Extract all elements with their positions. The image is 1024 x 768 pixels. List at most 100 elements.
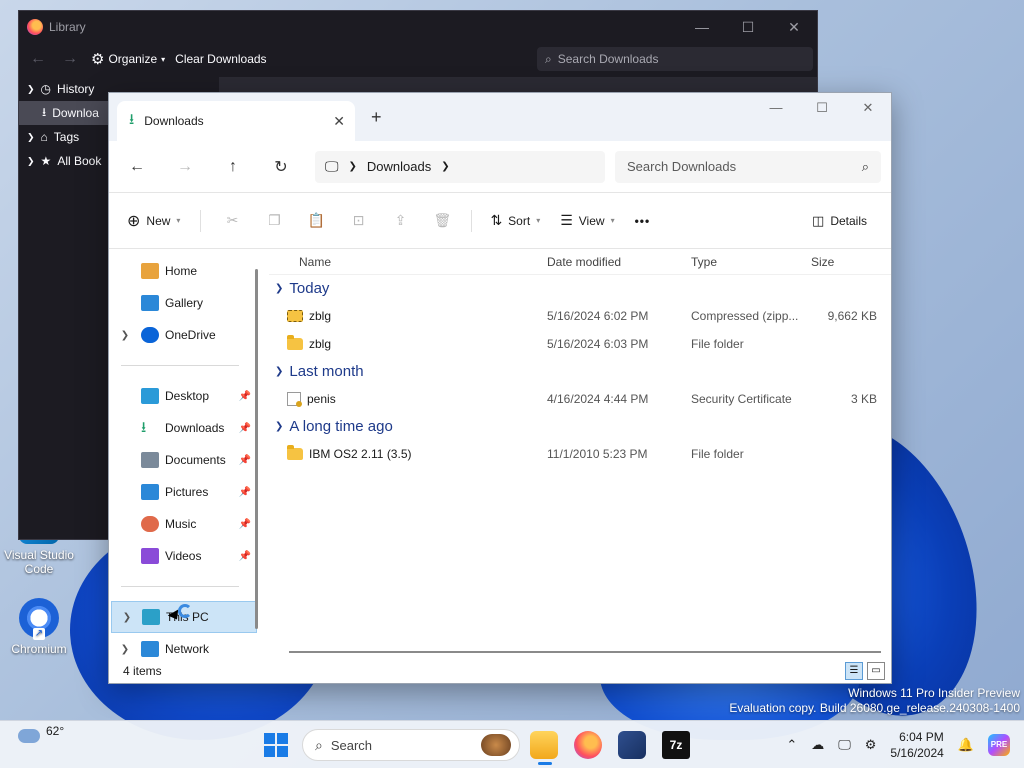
- folder-icon: [287, 445, 303, 460]
- clock-time: 6:04 PM: [899, 730, 944, 744]
- column-name[interactable]: Name: [299, 255, 331, 269]
- evaluation-watermark: Windows 11 Pro Insider Preview Evaluatio…: [729, 686, 1020, 716]
- address-bar[interactable]: 🖵 ❯ Downloads ❯: [315, 150, 605, 183]
- refresh-button[interactable]: ↻: [257, 157, 305, 177]
- chevron-right-icon[interactable]: ❯: [109, 330, 141, 341]
- paste-icon[interactable]: 📋: [303, 212, 329, 229]
- table-row[interactable]: penis 4/16/2024 4:44 PM Security Certifi…: [269, 385, 891, 413]
- tab-downloads[interactable]: ⭳ Downloads ✕: [117, 101, 355, 141]
- delete-icon[interactable]: 🗑: [429, 212, 455, 229]
- file-type: Security Certificate: [691, 392, 792, 406]
- forward-button[interactable]: →: [59, 50, 81, 68]
- column-type[interactable]: Type: [691, 255, 717, 269]
- explorer-titlebar[interactable]: ⭳ Downloads ✕ + — ☐ ✕: [109, 93, 891, 141]
- horizontal-scrollbar[interactable]: [289, 651, 881, 653]
- table-row[interactable]: IBM OS2 2.11 (3.5) 11/1/2010 5:23 PM Fil…: [269, 440, 891, 468]
- organize-button[interactable]: ⚙ Organize ▾: [91, 50, 165, 68]
- videos-icon: [141, 548, 159, 564]
- close-tab-button[interactable]: ✕: [333, 113, 345, 130]
- taskbar-7zip[interactable]: 7z: [662, 731, 690, 759]
- taskbar: 62° ⌕ Search 7z ⌃ ☁ 🖵 ⚙ 6:04 PM 5/16/202…: [0, 720, 1024, 768]
- maximize-button[interactable]: ☐: [725, 19, 771, 36]
- maximize-button[interactable]: ☐: [799, 93, 845, 123]
- library-search-input[interactable]: ⌕ Search Downloads: [537, 47, 813, 71]
- nav-scrollbar[interactable]: [255, 269, 258, 629]
- pin-icon: 📌: [238, 422, 251, 434]
- temperature: 62°: [46, 724, 65, 738]
- library-title: Library: [49, 20, 86, 34]
- nav-item-pictures[interactable]: Pictures 📌: [109, 476, 259, 508]
- clock[interactable]: 6:04 PM 5/16/2024: [890, 729, 943, 761]
- cut-icon[interactable]: ✂: [219, 212, 245, 229]
- up-button[interactable]: ↑: [209, 158, 257, 176]
- column-date-modified[interactable]: Date modified: [547, 255, 621, 269]
- close-button[interactable]: ✕: [771, 19, 817, 36]
- cloud-offline-icon[interactable]: ☁: [811, 737, 824, 753]
- details-view-button[interactable]: ☰: [845, 662, 863, 680]
- nav-item-downloads[interactable]: ⭳ Downloads 📌: [109, 412, 259, 444]
- nav-item-home[interactable]: Home: [109, 255, 259, 287]
- column-size[interactable]: Size: [811, 255, 834, 269]
- desktop-icon-chromium[interactable]: ↗ Chromium: [0, 598, 78, 656]
- library-titlebar[interactable]: Library — ☐ ✕: [19, 11, 817, 43]
- taskbar-firefox[interactable]: [574, 731, 602, 759]
- view-button[interactable]: ☰ View ▾: [560, 212, 614, 229]
- more-options-button[interactable]: •••: [635, 214, 651, 228]
- nav-item-videos[interactable]: Videos 📌: [109, 540, 259, 572]
- sort-label: Sort: [508, 213, 531, 228]
- onedrive-icon: [141, 327, 159, 343]
- chevron-right-icon[interactable]: ❯: [112, 612, 142, 623]
- file-explorer-window[interactable]: ⭳ Downloads ✕ + — ☐ ✕ ← → ↑ ↻ 🖵 ❯ Downlo…: [108, 92, 892, 684]
- desktop-icon-label: Visual Studio Code: [4, 548, 74, 576]
- back-button[interactable]: ←: [27, 50, 49, 68]
- group-header-today[interactable]: ❯ Today: [269, 275, 891, 302]
- group-header-long-time-ago[interactable]: ❯ A long time ago: [269, 413, 891, 440]
- divider: [200, 209, 202, 232]
- table-row[interactable]: zblg 5/16/2024 6:03 PM File folder: [269, 330, 891, 358]
- share-icon[interactable]: ⇪: [387, 212, 413, 229]
- nav-item-desktop[interactable]: Desktop 📌: [109, 380, 259, 412]
- minimize-button[interactable]: —: [679, 19, 725, 36]
- chevron-right-icon: ❯: [27, 83, 35, 94]
- forward-button[interactable]: →: [161, 158, 209, 176]
- divider: [471, 209, 473, 232]
- clear-downloads-button[interactable]: Clear Downloads: [175, 52, 266, 66]
- display-icon[interactable]: 🖵: [838, 737, 851, 753]
- file-date: 4/16/2024 4:44 PM: [547, 392, 649, 406]
- nav-item-onedrive[interactable]: ❯ OneDrive: [109, 319, 259, 351]
- nav-item-documents[interactable]: Documents 📌: [109, 444, 259, 476]
- chevron-right-icon[interactable]: ❯: [109, 644, 141, 655]
- sort-button[interactable]: ⇅ Sort ▾: [490, 212, 540, 229]
- breadcrumb-downloads[interactable]: Downloads: [367, 159, 431, 174]
- new-button[interactable]: ⊕ New ▾: [127, 211, 180, 231]
- network-icon: [141, 641, 159, 657]
- search-placeholder: Search Downloads: [627, 159, 737, 174]
- details-button[interactable]: ◫ Details: [812, 213, 867, 229]
- minimize-button[interactable]: —: [753, 93, 799, 123]
- status-bar: 4 items ☰ ▭: [109, 659, 891, 683]
- new-tab-button[interactable]: +: [371, 107, 382, 128]
- tiles-view-button[interactable]: ▭: [867, 662, 885, 680]
- start-button[interactable]: [264, 733, 288, 757]
- copilot-icon[interactable]: PRE: [988, 734, 1010, 756]
- search-input[interactable]: Search Downloads ⌕: [615, 150, 881, 183]
- copy-icon[interactable]: ❐: [261, 212, 287, 229]
- back-button[interactable]: ←: [113, 158, 161, 176]
- nav-item-gallery[interactable]: Gallery: [109, 287, 259, 319]
- chevron-up-icon[interactable]: ⌃: [786, 737, 797, 753]
- taskbar-search[interactable]: ⌕ Search: [302, 729, 520, 761]
- zip-icon: [287, 310, 303, 322]
- taskbar-file-explorer[interactable]: [530, 731, 558, 759]
- rename-icon[interactable]: ⊡: [345, 212, 371, 229]
- notification-bell-icon[interactable]: 🔔: [958, 737, 974, 753]
- taskbar-virtualbox[interactable]: [618, 731, 646, 759]
- table-row[interactable]: zblg 5/16/2024 6:02 PM Compressed (zipp.…: [269, 302, 891, 330]
- pictures-icon: [141, 484, 159, 500]
- close-button[interactable]: ✕: [845, 93, 891, 123]
- nav-item-label: Documents: [165, 453, 226, 467]
- nav-item-music[interactable]: Music 📌: [109, 508, 259, 540]
- group-header-last-month[interactable]: ❯ Last month: [269, 358, 891, 385]
- pin-icon: 📌: [238, 454, 251, 466]
- weather-widget[interactable]: 62°: [18, 724, 64, 743]
- accessibility-icon[interactable]: ⚙: [865, 737, 877, 753]
